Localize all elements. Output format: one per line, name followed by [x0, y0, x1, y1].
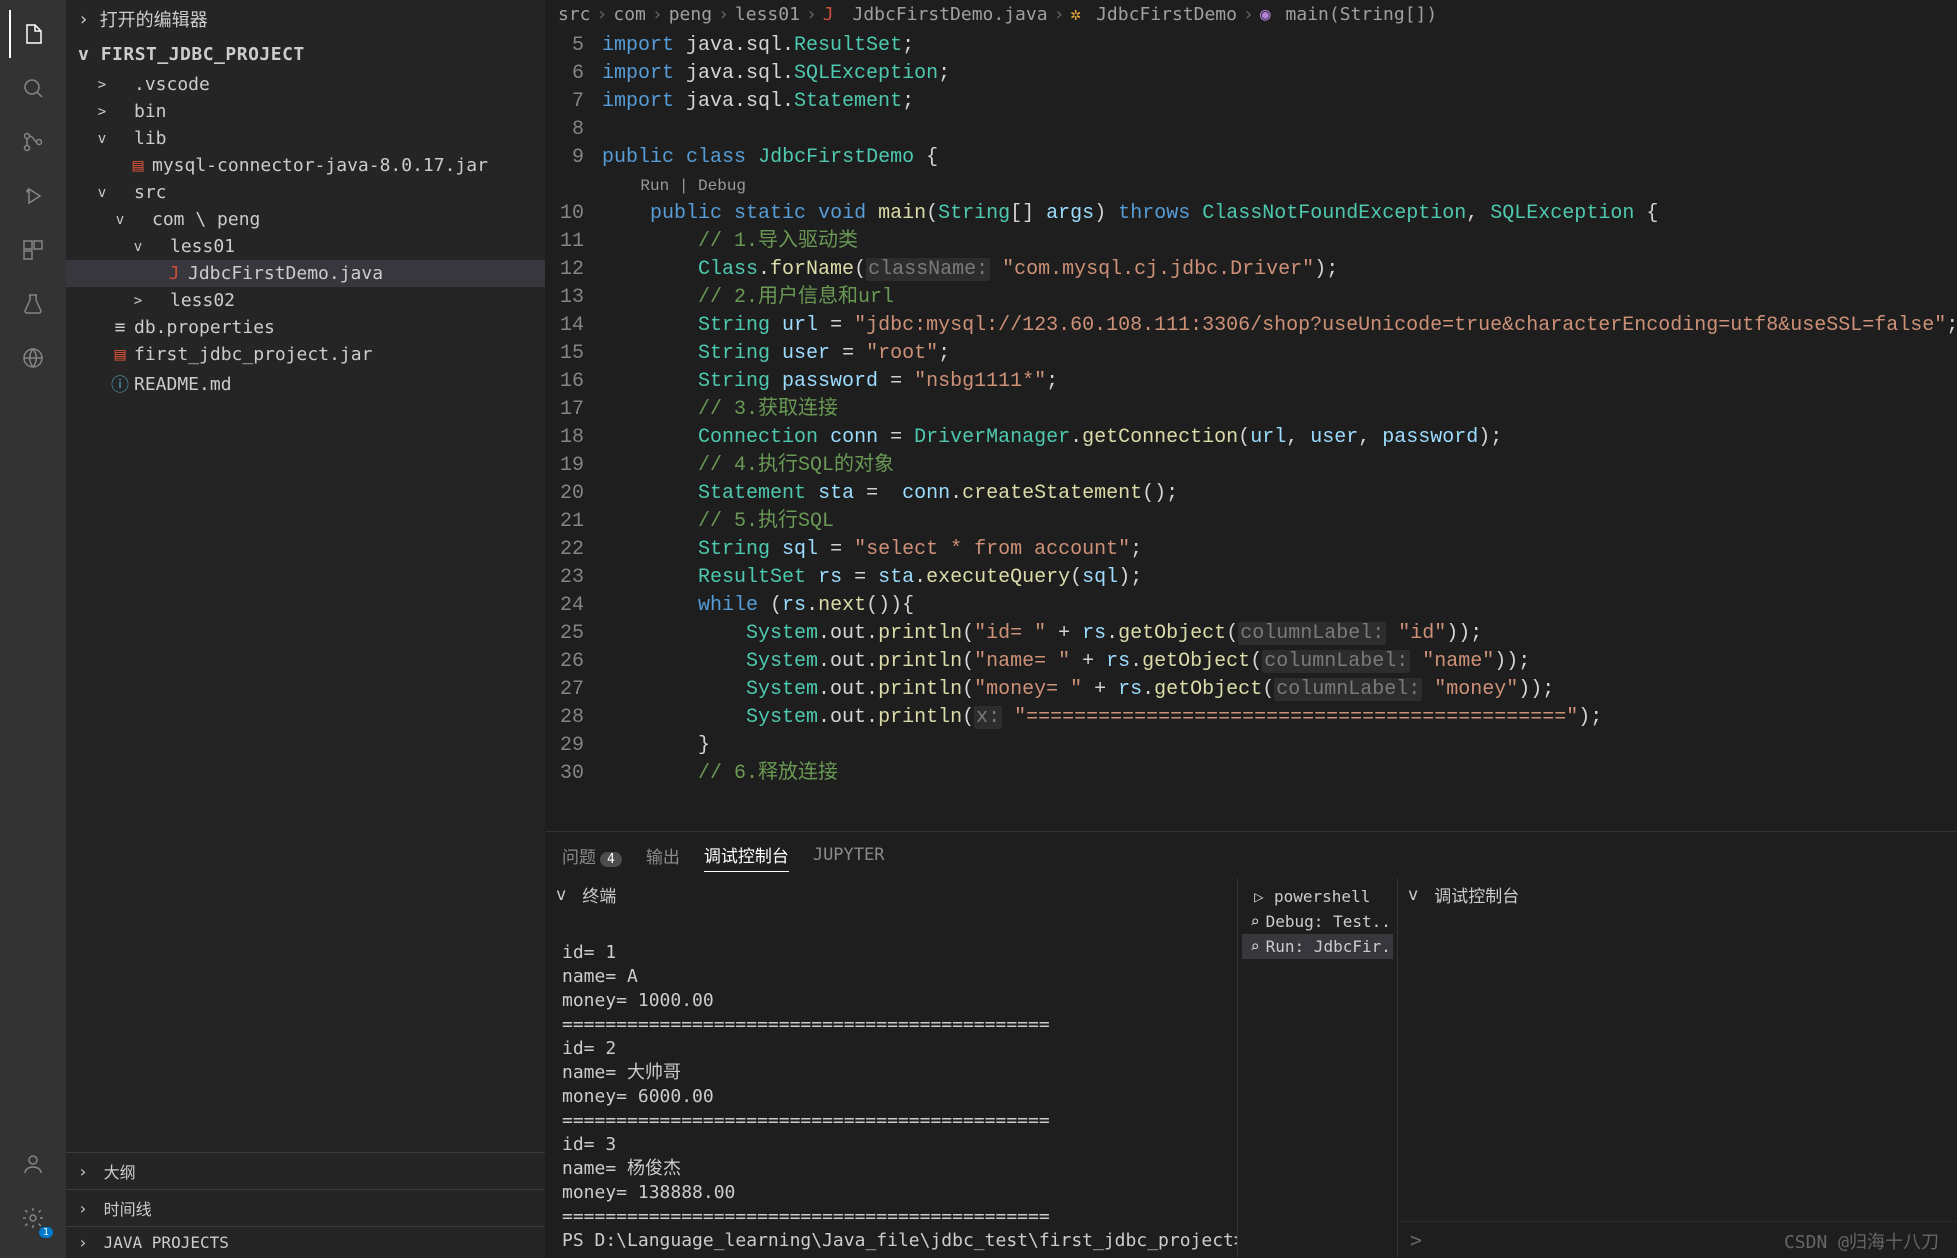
tree-item[interactable]: >bin	[66, 98, 545, 125]
project-header[interactable]: v FIRST_JDBC_PROJECT	[66, 38, 545, 71]
debug-console-title: 调试控制台	[1434, 882, 1519, 907]
tab-output[interactable]: 输出	[646, 839, 680, 872]
tree-item[interactable]: vsrc	[66, 179, 545, 206]
debug-console-panel: v 调试控制台 >	[1397, 878, 1957, 1258]
code-editor[interactable]: 56789 1011121314151617181920212223242526…	[546, 30, 1957, 831]
activity-extensions-icon[interactable]	[9, 226, 57, 274]
editor-area: src› com› peng› less01› J JdbcFirstDemo.…	[546, 0, 1957, 1258]
param-hint: x:	[974, 706, 1002, 729]
tree-label: less01	[170, 236, 235, 257]
terminal-item-label: Debug: Test...	[1266, 912, 1393, 931]
terminal-list-item[interactable]: ⌕ Debug: Test...	[1242, 909, 1393, 934]
panel-tabs: 问题4 输出 调试控制台 JUPYTER	[546, 831, 1957, 878]
sidebar: › 打开的编辑器 v FIRST_JDBC_PROJECT >.vscode>b…	[66, 0, 546, 1258]
terminal-title: 终端	[582, 882, 616, 907]
tree-item[interactable]: >.vscode	[66, 71, 545, 98]
activity-account-icon[interactable]	[9, 1140, 57, 1188]
sidebar-section[interactable]: › 时间线	[66, 1189, 545, 1226]
bc-less01[interactable]: less01	[735, 4, 800, 25]
panel-body: v 终端 id= 1 name= A money= 1000.00 ======…	[546, 878, 1957, 1258]
line-gutter: 56789 1011121314151617181920212223242526…	[546, 30, 602, 831]
tree-label: JdbcFirstDemo.java	[188, 263, 383, 284]
debug-console-header[interactable]: v 调试控制台	[1398, 878, 1957, 911]
tree-item[interactable]: vcom \ peng	[66, 206, 545, 233]
tree-label: db.properties	[134, 317, 275, 338]
tree-label: lib	[134, 128, 167, 149]
tree-item[interactable]: ⓘREADME.md	[66, 368, 545, 400]
terminal-item-label: powershell	[1274, 887, 1370, 906]
codelens[interactable]: Run | Debug	[602, 177, 746, 195]
file-icon: ▤	[128, 155, 148, 176]
terminal-item-icon: ▷	[1250, 887, 1268, 906]
activity-scm-icon[interactable]	[9, 118, 57, 166]
bc-com[interactable]: com	[613, 4, 646, 25]
tree-label: less02	[170, 290, 235, 311]
tree-item[interactable]: JJdbcFirstDemo.java	[66, 260, 545, 287]
problems-badge: 4	[600, 852, 622, 867]
file-tree: >.vscode>binvlib▤mysql-connector-java-8.…	[66, 71, 545, 1152]
watermark: CSDN @归海十八刀	[1784, 1228, 1939, 1254]
terminal-header[interactable]: v 终端	[546, 878, 1237, 911]
terminal-list-item[interactable]: ⌕ Run: JdbcFir...	[1242, 934, 1393, 959]
file-icon: ▤	[110, 344, 130, 365]
activity-remote-icon[interactable]	[9, 334, 57, 382]
activity-files-icon[interactable]	[9, 10, 57, 58]
tree-label: mysql-connector-java-8.0.17.jar	[152, 155, 488, 176]
file-icon: ⓘ	[110, 371, 130, 397]
tab-jupyter[interactable]: JUPYTER	[813, 841, 885, 869]
java-file-icon: J	[823, 4, 834, 25]
param-hint: className:	[866, 258, 990, 281]
activity-settings-icon[interactable]	[9, 1194, 57, 1242]
activity-bar	[0, 0, 66, 1258]
project-name: FIRST_JDBC_PROJECT	[101, 44, 305, 65]
tree-label: src	[134, 182, 167, 203]
file-icon: J	[164, 263, 184, 284]
terminal-list-item[interactable]: ▷ powershell	[1242, 884, 1393, 909]
bc-file[interactable]: J JdbcFirstDemo.java	[823, 4, 1048, 25]
bc-method[interactable]: ◉ main(String[])	[1260, 4, 1437, 25]
tree-item[interactable]: >less02	[66, 287, 545, 314]
code-content[interactable]: import java.sql.ResultSet;import java.sq…	[602, 30, 1957, 831]
open-editors-label: 打开的编辑器	[100, 6, 208, 32]
activity-test-icon[interactable]	[9, 280, 57, 328]
bc-src[interactable]: src	[558, 4, 591, 25]
param-hint: columnLabel:	[1274, 678, 1422, 701]
tree-label: .vscode	[134, 74, 210, 95]
param-hint: columnLabel:	[1238, 622, 1386, 645]
file-icon: ≡	[110, 317, 130, 338]
tree-label: first_jdbc_project.jar	[134, 344, 372, 365]
tree-item[interactable]: ▤first_jdbc_project.jar	[66, 341, 545, 368]
tree-item[interactable]: vlib	[66, 125, 545, 152]
tree-item[interactable]: ▤mysql-connector-java-8.0.17.jar	[66, 152, 545, 179]
bc-peng[interactable]: peng	[669, 4, 712, 25]
bc-class[interactable]: ✲ JdbcFirstDemo	[1070, 4, 1237, 25]
tab-problems[interactable]: 问题4	[562, 839, 622, 872]
sidebar-section[interactable]: › JAVA PROJECTS	[66, 1226, 545, 1258]
terminal-output[interactable]: id= 1 name= A money= 1000.00 ===========…	[546, 911, 1237, 1258]
activity-debug-icon[interactable]	[9, 172, 57, 220]
terminal-item-label: Run: JdbcFir...	[1266, 937, 1393, 956]
terminal-item-icon: ⌕	[1250, 912, 1260, 931]
tree-label: com \ peng	[152, 209, 260, 230]
sidebar-section[interactable]: › 大纲	[66, 1152, 545, 1189]
tree-item[interactable]: vless01	[66, 233, 545, 260]
terminal-item-icon: ⌕	[1250, 937, 1260, 956]
activity-search-icon[interactable]	[9, 64, 57, 112]
terminal-list: ▷ powershell ⌕ Debug: Test... ⌕ Run: JdbcFir.…	[1237, 878, 1397, 1258]
tree-label: bin	[134, 101, 167, 122]
tree-item[interactable]: ≡db.properties	[66, 314, 545, 341]
tab-debug-console[interactable]: 调试控制台	[704, 838, 789, 872]
tree-label: README.md	[134, 374, 232, 395]
breadcrumb[interactable]: src› com› peng› less01› J JdbcFirstDemo.…	[546, 0, 1957, 30]
param-hint: columnLabel:	[1262, 650, 1410, 673]
open-editors-header[interactable]: › 打开的编辑器	[66, 0, 545, 38]
